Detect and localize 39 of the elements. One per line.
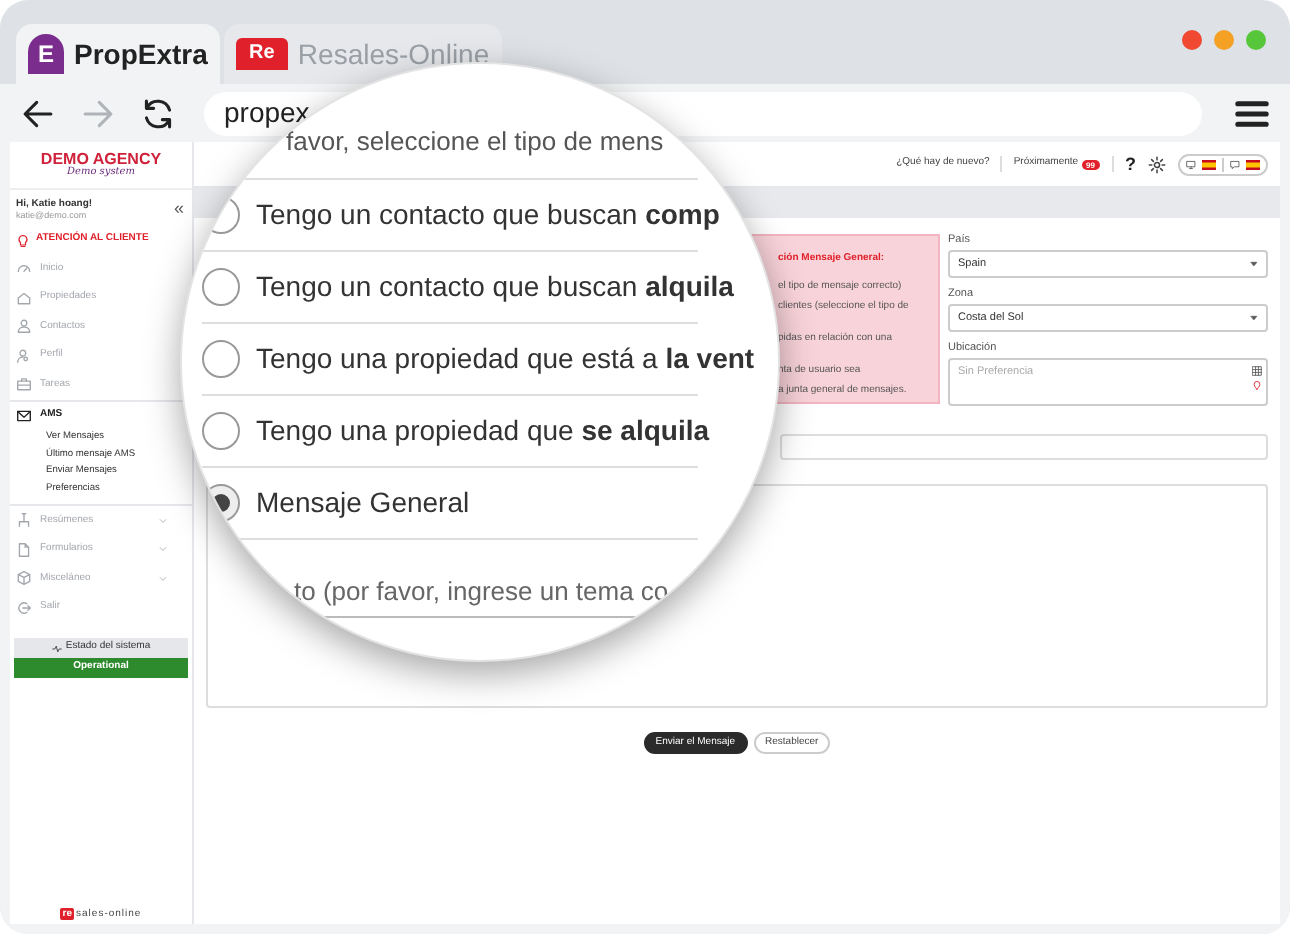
- envelope-icon: [16, 407, 32, 424]
- caret-icon: [1250, 260, 1258, 268]
- gauge-icon: [16, 260, 32, 277]
- logout-icon: [16, 599, 32, 616]
- radio-button[interactable]: [202, 268, 240, 306]
- help-button[interactable]: ?: [1125, 155, 1136, 173]
- box-icon: [16, 570, 32, 587]
- radio-button[interactable]: [202, 412, 240, 450]
- browser-tab[interactable]: E PropExtra: [16, 24, 220, 84]
- document-icon: [16, 541, 32, 558]
- language-switcher[interactable]: [1178, 153, 1268, 175]
- app-logo-icon: Re: [235, 38, 288, 70]
- chat-icon: [1230, 159, 1240, 169]
- lightbulb-icon: [16, 233, 30, 247]
- spain-flag-icon: [1246, 159, 1260, 169]
- option-label: Tengo un contacto que buscan comp: [256, 196, 720, 234]
- input-field[interactable]: [780, 434, 1268, 460]
- person-icon: [16, 318, 32, 335]
- hierarchy-icon: [16, 512, 32, 529]
- person-icon: [16, 347, 32, 364]
- app-logo-icon: E: [28, 34, 64, 74]
- back-icon[interactable]: [20, 95, 56, 131]
- house-icon: [16, 289, 32, 306]
- agency-logo-title: DEMO AGENCY: [40, 152, 162, 168]
- briefcase-icon: [16, 376, 32, 393]
- caret-icon: [1250, 314, 1258, 322]
- pulse-icon: [51, 643, 62, 653]
- option-label: Mensaje General: [256, 484, 470, 522]
- grid-icon: [1252, 366, 1262, 376]
- monitor-icon: [1186, 159, 1196, 169]
- option-label: Tengo un contacto que buscan alquila: [256, 268, 734, 306]
- spain-flag-icon: [1202, 159, 1216, 169]
- option-label: Tengo una propiedad que se alquila: [256, 412, 710, 450]
- radio-button[interactable]: [202, 340, 240, 378]
- collapse-button[interactable]: «: [171, 200, 186, 218]
- option-label: Tengo una propiedad que está a la vent: [256, 340, 755, 378]
- pin-icon: [1252, 380, 1262, 390]
- reload-icon[interactable]: [140, 95, 176, 131]
- menu-icon[interactable]: [1234, 95, 1270, 131]
